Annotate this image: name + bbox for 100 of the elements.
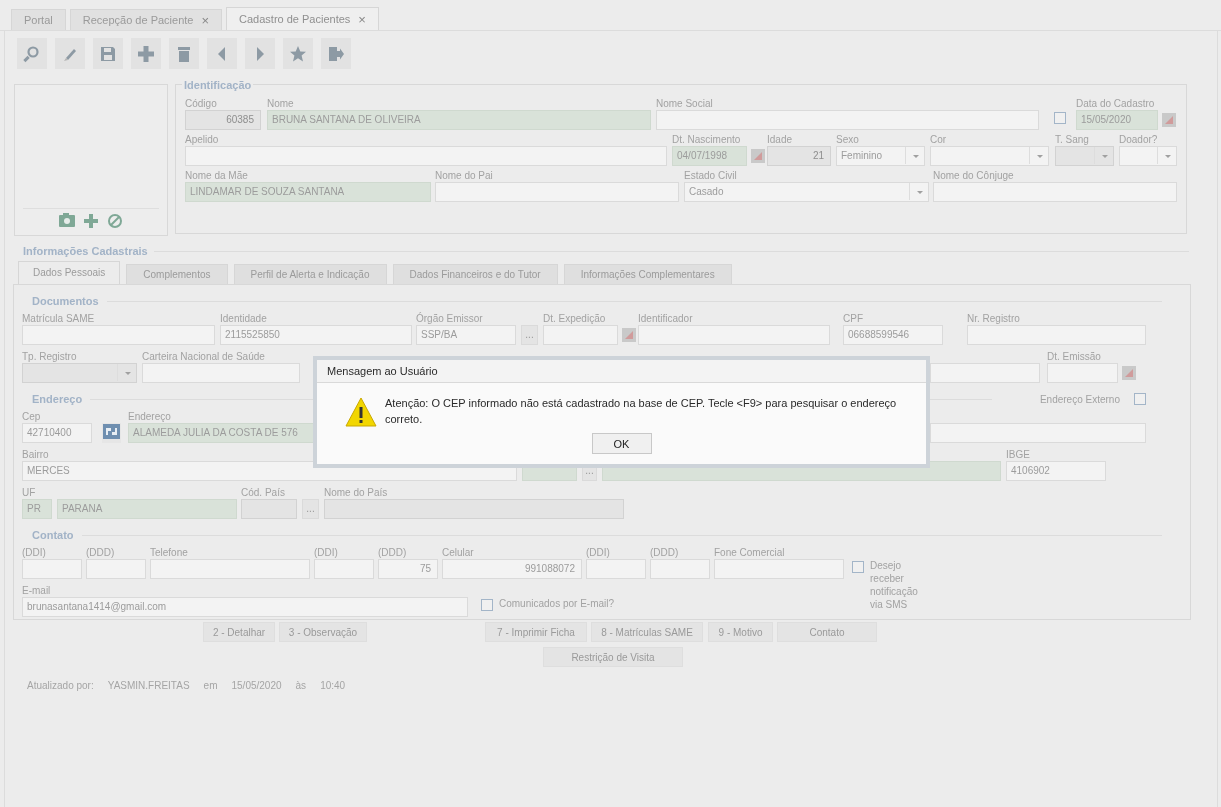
checkbox[interactable] bbox=[481, 599, 493, 611]
calendar-icon[interactable] bbox=[751, 149, 765, 163]
input-field[interactable] bbox=[930, 423, 1146, 443]
input-field[interactable] bbox=[933, 182, 1177, 202]
input-field[interactable] bbox=[586, 559, 646, 579]
tab[interactable]: Perfil de Alerta e Indicação bbox=[233, 264, 387, 284]
tab[interactable]: Cadastro de Pacientes × bbox=[226, 7, 379, 30]
input-field[interactable]: PARANA bbox=[57, 499, 237, 519]
input-field[interactable]: 42710400 bbox=[22, 423, 92, 443]
field-label: Nome bbox=[267, 97, 294, 110]
checkbox[interactable] bbox=[1054, 112, 1066, 124]
action-button[interactable]: Contato bbox=[777, 622, 877, 642]
date-field[interactable]: 15/05/2020 bbox=[1076, 110, 1158, 130]
field-label: (DDI) bbox=[22, 546, 46, 559]
dropdown[interactable]: Casado bbox=[684, 182, 929, 202]
field-label: Sexo bbox=[836, 133, 859, 146]
field-label: (DDI) bbox=[314, 546, 338, 559]
tab[interactable]: Recepção de Paciente × bbox=[69, 9, 223, 30]
field-label: Nome do Pai bbox=[435, 169, 493, 182]
input-field[interactable] bbox=[930, 363, 1040, 383]
date-field[interactable]: 04/07/1998 bbox=[672, 146, 747, 166]
input-field[interactable]: brunasantana1414@gmail.com bbox=[22, 597, 468, 617]
input-field[interactable] bbox=[142, 363, 300, 383]
footer-value: YASMIN.FREITAS bbox=[107, 680, 190, 691]
input-field[interactable] bbox=[650, 559, 710, 579]
tab[interactable]: Informações Complementares bbox=[563, 264, 732, 284]
tab[interactable]: Portal bbox=[11, 9, 66, 30]
input-field[interactable]: 2115525850 bbox=[220, 325, 412, 345]
dropdown[interactable]: Feminino bbox=[836, 146, 925, 166]
tab[interactable]: Dados Financeiros e do Tutor bbox=[392, 264, 558, 284]
star-button[interactable] bbox=[283, 38, 313, 69]
section-heading: Endereço bbox=[32, 393, 83, 405]
input-field[interactable] bbox=[638, 325, 830, 345]
save-button[interactable] bbox=[93, 38, 123, 69]
action-button[interactable]: 9 - Motivo bbox=[708, 622, 773, 642]
tab[interactable]: Dados Pessoais bbox=[18, 261, 121, 284]
checkbox-label: Comunicados por E-mail? bbox=[499, 597, 615, 610]
field-label: Carteira Nacional de Saúde bbox=[142, 350, 265, 363]
action-button[interactable]: 2 - Detalhar bbox=[203, 622, 275, 642]
plus-icon[interactable] bbox=[83, 213, 99, 229]
trash-button[interactable] bbox=[169, 38, 199, 69]
input-field[interactable]: 4106902 bbox=[1006, 461, 1106, 481]
lookup-button[interactable]: ... bbox=[302, 499, 319, 519]
warning-icon bbox=[345, 397, 377, 427]
dialog-title: Mensagem ao Usuário bbox=[317, 360, 926, 383]
section-heading: Identificação bbox=[182, 79, 254, 91]
input-field[interactable] bbox=[967, 325, 1146, 345]
tab[interactable]: Complementos bbox=[126, 264, 228, 284]
calendar-icon[interactable] bbox=[1162, 113, 1176, 127]
block-icon[interactable] bbox=[107, 213, 123, 229]
input-field[interactable] bbox=[150, 559, 310, 579]
field-label: Identidade bbox=[220, 312, 267, 325]
input-field[interactable] bbox=[656, 110, 1039, 130]
dialog-message: Atenção: O CEP informado não está cadastrado na base de CEP. Tecle <F9> para pesquisar o endereço correto. bbox=[385, 396, 898, 427]
dropdown[interactable] bbox=[930, 146, 1049, 166]
search-button[interactable] bbox=[17, 38, 47, 69]
field-label: Idade bbox=[767, 133, 793, 146]
dropdown[interactable] bbox=[1119, 146, 1177, 166]
close-icon[interactable]: × bbox=[358, 11, 366, 27]
ok-button[interactable]: OK bbox=[591, 433, 652, 454]
input-field[interactable] bbox=[435, 182, 679, 202]
input-field[interactable]: 991088072 bbox=[442, 559, 582, 579]
plus-button[interactable] bbox=[131, 38, 161, 69]
lookup-button[interactable]: ... bbox=[521, 325, 538, 345]
close-icon[interactable]: × bbox=[201, 12, 210, 28]
date-field[interactable] bbox=[1047, 363, 1118, 383]
input-field[interactable]: LINDAMAR DE SOUZA SANTANA bbox=[185, 182, 431, 202]
right-button[interactable] bbox=[245, 38, 275, 69]
field-label: Matrícula SAME bbox=[22, 312, 95, 325]
checkbox[interactable] bbox=[1134, 393, 1146, 405]
calendar-icon[interactable] bbox=[622, 328, 636, 342]
input-field[interactable] bbox=[314, 559, 374, 579]
action-button[interactable]: Restrição de Visita bbox=[543, 647, 683, 667]
action-button[interactable]: 3 - Observação bbox=[279, 622, 367, 642]
field-label: Data do Cadastro bbox=[1076, 97, 1155, 110]
input-field[interactable]: 06688599546 bbox=[843, 325, 943, 345]
input-field[interactable] bbox=[714, 559, 844, 579]
input-field[interactable]: PR bbox=[22, 499, 52, 519]
pencil-button[interactable] bbox=[55, 38, 85, 69]
input-field[interactable] bbox=[86, 559, 146, 579]
field-label: Dt. Expedição bbox=[543, 312, 606, 325]
input-field[interactable]: 75 bbox=[378, 559, 438, 579]
field-label: (DDI) bbox=[586, 546, 610, 559]
action-button[interactable]: 8 - Matrículas SAME bbox=[591, 622, 703, 642]
checkbox-label: Desejo receber notificação via SMS bbox=[870, 559, 919, 611]
field-label: Nome Social bbox=[656, 97, 713, 110]
image-icon[interactable] bbox=[59, 213, 75, 227]
field-label: Identificador bbox=[638, 312, 693, 325]
action-button[interactable]: 7 - Imprimir Ficha bbox=[485, 622, 587, 642]
left-button[interactable] bbox=[207, 38, 237, 69]
calendar-icon[interactable] bbox=[1122, 366, 1136, 380]
input-field[interactable]: BRUNA SANTANA DE OLIVEIRA bbox=[267, 110, 651, 130]
input-field[interactable] bbox=[185, 146, 667, 166]
input-field[interactable] bbox=[22, 559, 82, 579]
date-field[interactable] bbox=[543, 325, 618, 345]
input-field[interactable] bbox=[22, 325, 215, 345]
checkbox[interactable] bbox=[852, 561, 864, 573]
exit-button[interactable] bbox=[321, 38, 351, 69]
address-search-button[interactable] bbox=[102, 423, 121, 443]
input-field[interactable]: SSP/BA bbox=[416, 325, 516, 345]
